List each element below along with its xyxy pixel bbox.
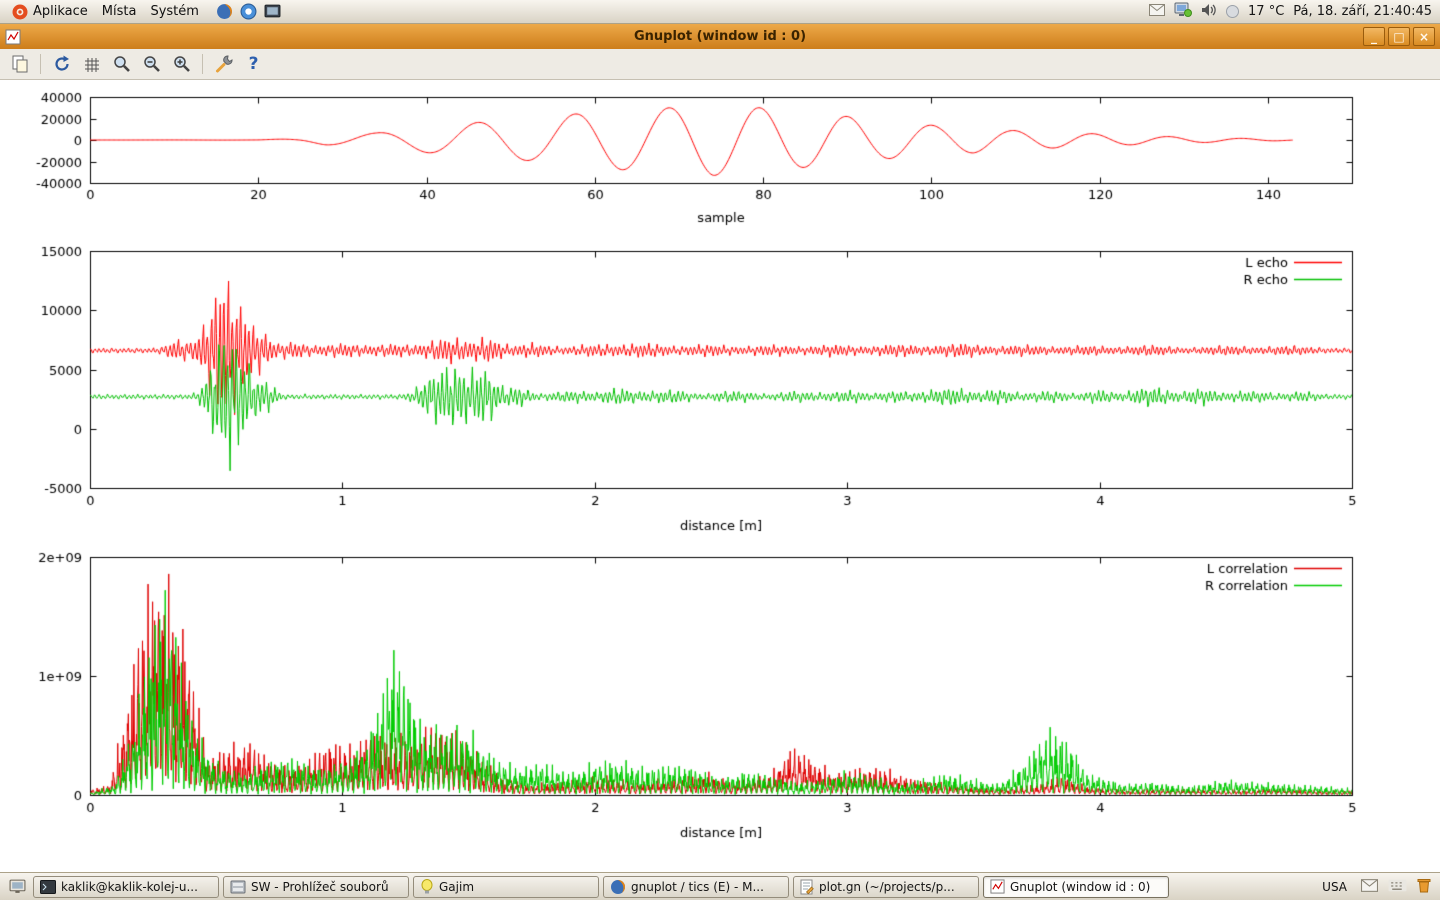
temperature-label[interactable]: 17 °C [1248, 4, 1284, 19]
system-tray: 17 °C Pá, 18. září, 21:40:45 [1149, 2, 1435, 22]
volume-icon [1201, 3, 1217, 17]
firefox-launcher[interactable] [216, 3, 233, 20]
zoom-previous-button[interactable] [108, 51, 135, 77]
taskbar-button-label: SW - Prohlížeč souborů [251, 880, 389, 894]
applications-menu-label: Aplikace [33, 4, 88, 19]
copy-icon [10, 54, 30, 74]
keyboard-layout-indicator[interactable]: USA [1318, 878, 1351, 896]
places-menu-label: Místa [102, 4, 137, 19]
window-controls: _ □ × [1363, 27, 1435, 46]
remote-desktop-applet[interactable] [1174, 2, 1192, 22]
system-menu-label: Systém [150, 4, 198, 19]
taskbar-button-label: Gnuplot (window id : 0) [1010, 880, 1150, 894]
mail-notification[interactable] [1149, 4, 1165, 20]
desktop: Aplikace Místa Systém [0, 0, 1440, 900]
taskbar-button-gnuplot[interactable]: Gnuplot (window id : 0) [983, 876, 1169, 898]
copy-clipboard-button[interactable] [6, 51, 33, 77]
screenshot-launcher[interactable] [264, 4, 281, 19]
keyboard-applet[interactable] [1388, 877, 1407, 896]
applications-menu[interactable]: Aplikace [5, 0, 95, 24]
help-icon [240, 3, 257, 20]
clock-applet[interactable]: Pá, 18. září, 21:40:45 [1293, 4, 1432, 19]
text-editor-icon [800, 879, 814, 895]
help-button[interactable]: ? [240, 51, 267, 77]
gnuplot-window-icon [5, 29, 21, 45]
desktop-icon [9, 879, 26, 894]
maximize-button[interactable]: □ [1388, 27, 1410, 46]
places-menu[interactable]: Místa [95, 0, 144, 24]
minimize-button[interactable]: _ [1363, 27, 1385, 46]
terminal-icon [40, 880, 56, 894]
minimize-icon: _ [1371, 31, 1377, 43]
echo-chart-canvas[interactable] [0, 235, 1440, 545]
wrench-icon [214, 54, 234, 74]
panel-launchers [216, 3, 281, 20]
close-icon: × [1419, 31, 1429, 43]
taskbar-button-label: gnuplot / tics (E) - M... [631, 880, 764, 894]
mail-applet[interactable] [1361, 877, 1378, 896]
terminal-icon [264, 4, 281, 19]
close-button[interactable]: × [1413, 27, 1435, 46]
zoom-out-icon [142, 54, 162, 74]
firefox-icon [216, 3, 233, 20]
maximize-icon: □ [1393, 31, 1404, 43]
taskbar-button-gajim[interactable]: Gajim [413, 876, 599, 898]
mail-icon [1149, 4, 1165, 16]
keyboard-icon [1388, 879, 1407, 892]
gajim-icon [420, 879, 434, 895]
taskbar-button-editor[interactable]: plot.gn (~/projects/p... [793, 876, 979, 898]
grid-toggle-button[interactable] [78, 51, 105, 77]
mail-icon [1361, 879, 1378, 892]
taskbar-button-firefox[interactable]: gnuplot / tics (E) - M... [603, 876, 789, 898]
gnuplot-icon [990, 879, 1005, 894]
replot-button[interactable] [48, 51, 75, 77]
bottom-panel: kaklik@kaklik-kolej-u... SW - Prohlížeč … [0, 872, 1440, 900]
taskbar-button-file-manager[interactable]: SW - Prohlížeč souborů [223, 876, 409, 898]
top-panel: Aplikace Místa Systém [0, 0, 1440, 24]
file-manager-icon [230, 880, 246, 894]
bottom-panel-right: USA [1318, 877, 1435, 897]
help-question-icon: ? [249, 54, 259, 74]
show-desktop-button[interactable] [5, 876, 29, 898]
weather-icon[interactable] [1226, 5, 1239, 18]
taskbar-button-label: plot.gn (~/projects/p... [819, 880, 955, 894]
refresh-icon [52, 54, 72, 74]
trash-icon [1417, 877, 1431, 893]
correlation-chart-canvas[interactable] [0, 545, 1440, 855]
toolbar-separator [202, 54, 203, 74]
zoom-icon [112, 54, 132, 74]
window-title: Gnuplot (window id : 0) [0, 29, 1440, 44]
gnuplot-window-titlebar[interactable]: Gnuplot (window id : 0) _ □ × [0, 24, 1440, 49]
configure-button[interactable] [210, 51, 237, 77]
grid-icon [82, 54, 102, 74]
zoom-in-icon [172, 54, 192, 74]
gnuplot-plot-area [0, 80, 1440, 872]
gnuplot-toolbar: ? [0, 49, 1440, 80]
display-icon [1174, 2, 1192, 18]
waveform-chart-canvas[interactable] [0, 80, 1440, 235]
firefox-icon [610, 879, 626, 895]
help-launcher[interactable] [240, 3, 257, 20]
taskbar-button-label: kaklik@kaklik-kolej-u... [61, 880, 198, 894]
taskbar-button-terminal[interactable]: kaklik@kaklik-kolej-u... [33, 876, 219, 898]
toolbar-separator [40, 54, 41, 74]
volume-applet[interactable] [1201, 3, 1217, 21]
ubuntu-logo-icon [12, 4, 28, 20]
taskbar-button-label: Gajim [439, 880, 474, 894]
zoom-in-button[interactable] [168, 51, 195, 77]
system-menu[interactable]: Systém [143, 0, 205, 24]
zoom-out-button[interactable] [138, 51, 165, 77]
trash-applet[interactable] [1417, 877, 1431, 897]
